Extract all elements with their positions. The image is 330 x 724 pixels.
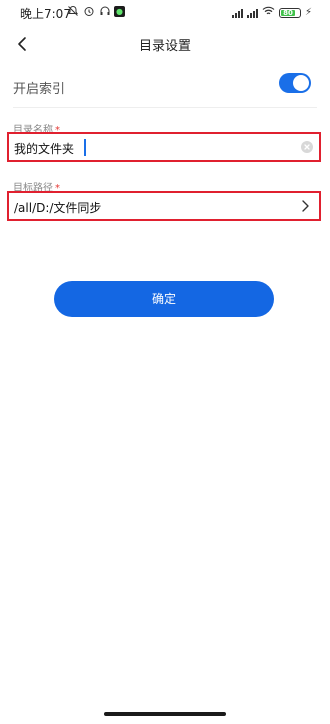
target-path-field[interactable]: /all/D:/文件同步 <box>7 191 321 221</box>
status-icons-left: ● <box>66 5 125 18</box>
folder-name-input[interactable] <box>14 138 287 158</box>
status-bar: 晚上7:07 ● 80 ⚡ <box>0 0 330 26</box>
page-title: 目录设置 <box>138 39 191 54</box>
chevron-right-icon <box>302 200 309 212</box>
status-time: 晚上7:07 <box>20 7 71 21</box>
header: 目录设置 <box>0 26 330 62</box>
charging-icon: ⚡ <box>304 7 312 18</box>
wifi-icon <box>262 6 275 19</box>
home-indicator[interactable] <box>104 712 226 716</box>
index-toggle-label: 开启索引 <box>13 82 66 97</box>
toggle-knob <box>293 75 309 91</box>
clear-icon <box>304 144 310 150</box>
text-caret <box>84 139 86 156</box>
signal-icon <box>231 8 243 18</box>
index-toggle-switch[interactable] <box>279 73 311 93</box>
status-icons-right: 80 ⚡ <box>231 6 312 19</box>
folder-name-field <box>7 132 321 162</box>
alarm-icon <box>82 5 95 18</box>
battery-level: 80 <box>280 9 295 16</box>
clear-button[interactable] <box>301 141 313 153</box>
battery-icon: 80 <box>278 7 301 18</box>
mute-icon <box>66 5 79 18</box>
directory-settings-screen: 晚上7:07 ● 80 ⚡ 目录设置 开启索引 目录名称 * 我的文件夹 目标路… <box>0 0 330 724</box>
target-path-value: /all/D:/文件同步 <box>14 201 102 215</box>
signal-icon <box>246 8 258 18</box>
app-icon: ● <box>114 6 125 17</box>
divider <box>13 107 317 108</box>
confirm-button[interactable]: 确定 <box>54 281 274 317</box>
headphone-icon <box>98 5 111 18</box>
index-toggle-row: 开启索引 <box>13 70 317 102</box>
